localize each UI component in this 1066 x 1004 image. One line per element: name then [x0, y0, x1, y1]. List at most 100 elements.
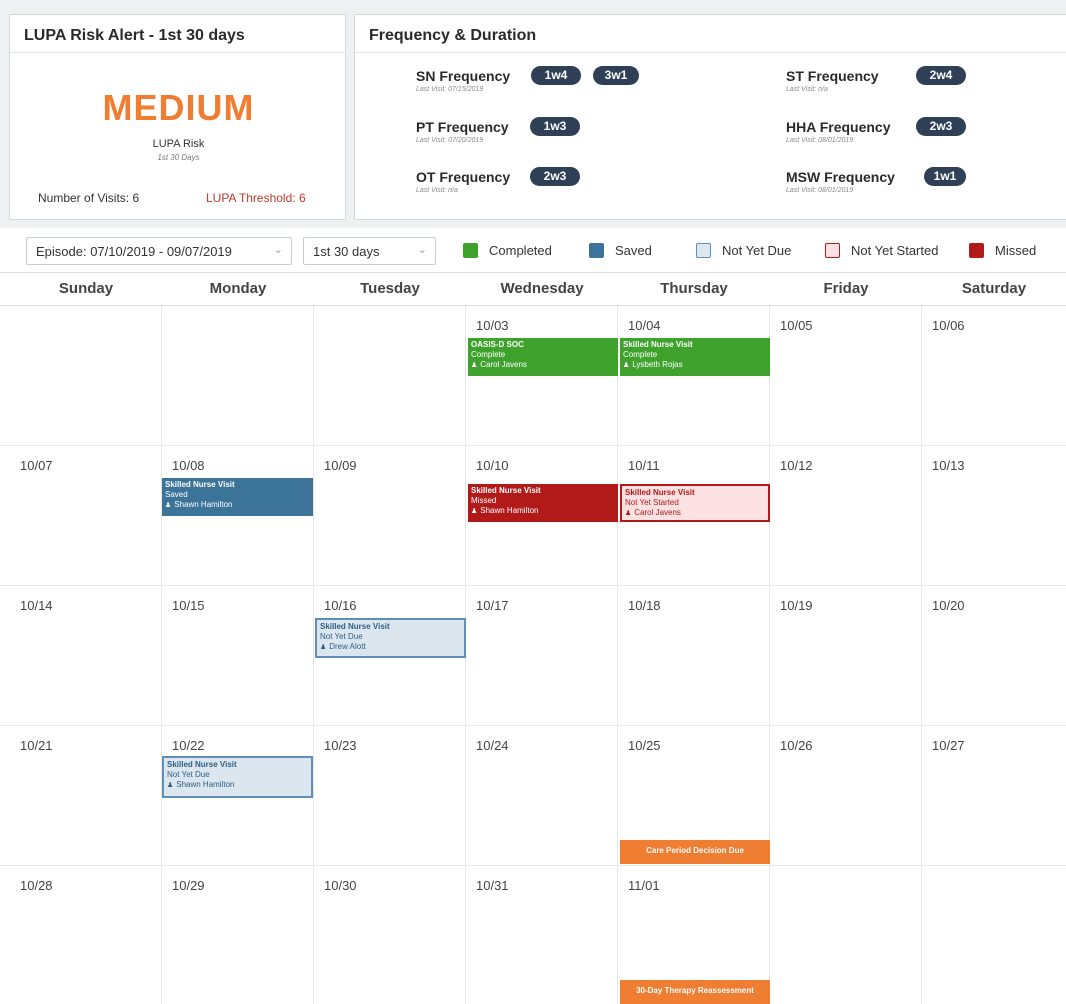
legend-swatch: [463, 243, 478, 258]
lupa-risk-level: MEDIUM: [102, 87, 255, 128]
day-date: 10/04: [628, 318, 661, 333]
visit-event[interactable]: Skilled Nurse Visit Not Yet Due ♟ Drew A…: [315, 618, 466, 658]
day-date: 10/24: [476, 738, 509, 753]
day-cell[interactable]: 10/19: [770, 586, 922, 726]
day-cell[interactable]: 10/09: [314, 446, 466, 586]
day-cell[interactable]: 10/28: [10, 866, 162, 1004]
day-cell[interactable]: 10/07: [10, 446, 162, 586]
summary-area: LUPA Risk Alert - 1st 30 days MEDIUM LUP…: [0, 0, 1066, 228]
calendar-week: 10/14 10/15 10/16 Skilled Nurse Visit No…: [0, 586, 1066, 726]
event-title: OASIS-D SOC: [471, 340, 524, 349]
day-cell[interactable]: 10/18: [618, 586, 770, 726]
day-cell[interactable]: 10/24: [466, 726, 618, 866]
frequency-pill[interactable]: 1w4: [531, 66, 581, 85]
day-cell[interactable]: 10/27: [922, 726, 1066, 866]
frequency-pill[interactable]: 1w3: [530, 117, 580, 136]
day-cell[interactable]: 10/16 Skilled Nurse Visit Not Yet Due ♟ …: [314, 586, 466, 726]
day-cell[interactable]: 10/31: [466, 866, 618, 1004]
freq-last-visit: Last Visit: 08/01/2019: [786, 187, 854, 194]
legend-swatch: [696, 243, 711, 258]
event-assignee: ♟ Carol Javens: [471, 360, 618, 371]
day-date: 10/14: [20, 598, 53, 613]
day-cell[interactable]: 10/20: [922, 586, 1066, 726]
weekday-label: Thursday: [660, 280, 728, 297]
episode-select[interactable]: Episode: 07/10/2019 - 09/07/2019 ⌄: [26, 237, 292, 265]
event-status: Missed: [471, 496, 497, 505]
day-date: 10/16: [324, 598, 357, 613]
legend-label: Saved: [615, 243, 652, 258]
day-cell[interactable]: [162, 306, 314, 446]
day-cell[interactable]: 10/13: [922, 446, 1066, 586]
visit-event[interactable]: Skilled Nurse Visit Complete ♟ Lysbeth R…: [620, 338, 770, 376]
calendar-week: 10/28 10/29 10/30 10/31 11/01 30-Day The…: [0, 866, 1066, 1004]
visit-event[interactable]: Skilled Nurse Visit Saved ♟ Shawn Hamilt…: [162, 478, 313, 516]
event-assignee: ♟ Shawn Hamilton: [167, 780, 311, 791]
assignee-name: Lysbeth Rojas: [632, 360, 683, 369]
day-cell[interactable]: 10/17: [466, 586, 618, 726]
day-cell[interactable]: 10/30: [314, 866, 466, 1004]
person-icon: ♟: [320, 644, 327, 651]
day-cell[interactable]: 10/23: [314, 726, 466, 866]
day-cell[interactable]: 10/25 Care Period Decision Due: [618, 726, 770, 866]
day-date: 10/12: [780, 458, 813, 473]
day-cell[interactable]: 11/01 30-Day Therapy Reassessment: [618, 866, 770, 1004]
visit-event[interactable]: OASIS-D SOC Complete ♟ Carol Javens: [468, 338, 618, 376]
lupa-risk-label: LUPA Risk: [152, 138, 205, 150]
day-cell[interactable]: 10/15: [162, 586, 314, 726]
day-cell[interactable]: 10/29: [162, 866, 314, 1004]
legend-label: Not Yet Due: [722, 243, 792, 258]
day-date: 10/21: [20, 738, 53, 753]
day-cell[interactable]: 10/26: [770, 726, 922, 866]
person-icon: ♟: [623, 362, 630, 369]
day-cell[interactable]: 10/08 Skilled Nurse Visit Saved ♟ Shawn …: [162, 446, 314, 586]
visit-event[interactable]: Skilled Nurse Visit Missed ♟ Shawn Hamil…: [468, 484, 618, 522]
visit-event[interactable]: Skilled Nurse Visit Not Yet Started ♟ Ca…: [620, 484, 770, 522]
day-cell[interactable]: 10/12: [770, 446, 922, 586]
day-cell[interactable]: 10/05: [770, 306, 922, 446]
legend-swatch: [589, 243, 604, 258]
legend-label: Missed: [995, 243, 1037, 258]
event-title: Skilled Nurse Visit: [623, 340, 693, 349]
day-cell[interactable]: 10/06: [922, 306, 1066, 446]
therapy-reassessment-event[interactable]: 30-Day Therapy Reassessment: [620, 980, 770, 1004]
event-title: Skilled Nurse Visit: [320, 622, 390, 631]
day-date: 10/11: [628, 458, 660, 473]
frequency-pill[interactable]: 3w1: [593, 66, 639, 85]
day-date: 10/29: [172, 878, 205, 893]
frequency-pill[interactable]: 1w1: [924, 167, 966, 186]
day-cell[interactable]: 10/22 Skilled Nurse Visit Not Yet Due ♟ …: [162, 726, 314, 866]
person-icon: ♟: [167, 782, 174, 789]
day-date: 10/07: [20, 458, 53, 473]
frequency-pill[interactable]: 2w3: [916, 117, 966, 136]
day-cell[interactable]: [10, 306, 162, 446]
person-icon: ♟: [165, 502, 172, 509]
period-select[interactable]: 1st 30 days ⌄: [303, 237, 436, 265]
day-date: 10/10: [476, 458, 509, 473]
day-date: 11/01: [628, 878, 660, 893]
day-cell[interactable]: 10/14: [10, 586, 162, 726]
day-cell[interactable]: 10/11 Skilled Nurse Visit Not Yet Starte…: [618, 446, 770, 586]
day-date: 10/06: [932, 318, 965, 333]
day-cell[interactable]: 10/10 Skilled Nurse Visit Missed ♟ Shawn…: [466, 446, 618, 586]
lupa-threshold: LUPA Threshold: 6: [206, 191, 306, 205]
visit-event[interactable]: Skilled Nurse Visit Not Yet Due ♟ Shawn …: [162, 756, 313, 798]
frequency-pill[interactable]: 2w3: [530, 167, 580, 186]
day-date: 10/18: [628, 598, 661, 613]
frequency-duration-panel: Frequency & Duration SN Frequency Last V…: [354, 14, 1066, 220]
day-cell[interactable]: [314, 306, 466, 446]
frequency-pill[interactable]: 2w4: [916, 66, 966, 85]
freq-name: ST Frequency: [786, 68, 879, 84]
day-cell[interactable]: 10/21: [10, 726, 162, 866]
event-assignee: ♟ Lysbeth Rojas: [623, 360, 770, 371]
day-date: 10/23: [324, 738, 357, 753]
day-cell[interactable]: 10/04 Skilled Nurse Visit Complete ♟ Lys…: [618, 306, 770, 446]
assignee-name: Drew Alott: [329, 642, 366, 651]
weekday-header: Sunday Monday Tuesday Wednesday Thursday…: [0, 272, 1066, 306]
day-cell[interactable]: 10/03 OASIS-D SOC Complete ♟ Carol Javen…: [466, 306, 618, 446]
care-period-decision-event[interactable]: Care Period Decision Due: [620, 840, 770, 864]
assignee-name: Carol Javens: [634, 508, 681, 517]
freq-last-visit: Last Visit: 07/20/2019: [416, 137, 484, 144]
event-title: Skilled Nurse Visit: [165, 480, 235, 489]
event-status: Not Yet Started: [625, 498, 679, 507]
legend-label: Not Yet Started: [851, 243, 939, 258]
